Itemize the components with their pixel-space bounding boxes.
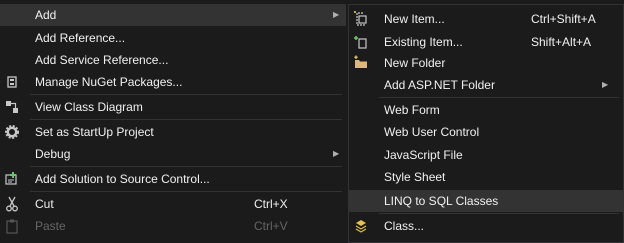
menu-item-debug[interactable]: Debug ▶ (0, 143, 346, 165)
project-context-menu: Add ▶ Add Reference... Add Service Refer… (0, 0, 346, 243)
add-submenu: New Item... Ctrl+Shift+A Existing Item..… (348, 4, 624, 243)
menu-item-label: Add Reference... (35, 31, 126, 45)
menu-item-label: Web User Control (384, 125, 480, 139)
class-diagram-icon (4, 99, 20, 115)
menu-item-add[interactable]: Add ▶ (0, 4, 346, 26)
submenu-item-add-aspnet-folder[interactable]: Add ASP.NET Folder ▶ (349, 74, 623, 96)
menu-item-label: Add (35, 8, 57, 22)
submenu-item-class[interactable]: Class... (349, 215, 623, 237)
menu-item-label: Web Form (384, 103, 440, 117)
submenu-item-web-form[interactable]: Web Form (349, 99, 623, 121)
submenu-item-existing-item[interactable]: Existing Item... Shift+Alt+A (349, 31, 623, 53)
menu-item-label: LINQ to SQL Classes (384, 194, 499, 208)
menu-item-set-startup[interactable]: Set as StartUp Project (0, 121, 346, 143)
paste-icon (4, 218, 20, 234)
menu-item-manage-nuget[interactable]: Manage NuGet Packages... (0, 71, 346, 93)
menu-separator (30, 94, 342, 95)
menu-item-label: JavaScript File (384, 148, 463, 162)
class-icon (353, 218, 369, 234)
menu-item-label: Paste (35, 219, 66, 233)
source-control-icon (4, 171, 20, 187)
menu-item-shortcut: Ctrl+Shift+A (531, 12, 596, 26)
menu-item-label: Manage NuGet Packages... (35, 75, 183, 89)
menu-item-paste[interactable]: Paste Ctrl+V (0, 215, 346, 237)
menu-item-view-class-diagram[interactable]: View Class Diagram (0, 96, 346, 118)
submenu-arrow-icon: ▶ (333, 149, 340, 158)
menu-item-label: New Folder (384, 56, 446, 70)
new-item-icon (353, 11, 369, 27)
menu-item-label: View Class Diagram (35, 100, 143, 114)
menu-item-add-to-source-control[interactable]: Add Solution to Source Control... (0, 168, 346, 190)
menu-item-label: Class... (384, 219, 425, 233)
menu-separator (379, 97, 619, 98)
nuget-icon (4, 74, 20, 90)
gear-icon (4, 124, 20, 140)
menu-item-cut[interactable]: Cut Ctrl+X (0, 193, 346, 215)
menu-separator (379, 213, 619, 214)
submenu-item-linq-to-sql[interactable]: LINQ to SQL Classes (349, 190, 623, 212)
menu-item-label: Style Sheet (384, 170, 446, 184)
existing-item-icon (353, 34, 369, 50)
submenu-item-new-folder[interactable]: New Folder (349, 52, 623, 74)
submenu-arrow-icon: ▶ (333, 10, 340, 19)
menu-item-label: Existing Item... (384, 35, 463, 49)
menu-item-shortcut: Ctrl+X (254, 197, 288, 211)
menu-item-label: Add Solution to Source Control... (35, 172, 210, 186)
menu-item-label: Add Service Reference... (35, 53, 169, 67)
menu-separator (30, 191, 342, 192)
submenu-item-new-item[interactable]: New Item... Ctrl+Shift+A (349, 8, 623, 30)
submenu-item-web-user-control[interactable]: Web User Control (349, 121, 623, 143)
menu-item-label: Set as StartUp Project (35, 125, 154, 139)
new-folder-icon (353, 55, 369, 71)
menu-item-add-service-reference[interactable]: Add Service Reference... (0, 49, 346, 71)
menu-item-label: Cut (35, 197, 54, 211)
menu-item-shortcut: Shift+Alt+A (531, 35, 592, 49)
menu-item-shortcut: Ctrl+V (254, 219, 288, 233)
submenu-arrow-icon: ▶ (602, 80, 609, 89)
menu-separator (30, 166, 342, 167)
menu-item-add-reference[interactable]: Add Reference... (0, 27, 346, 49)
menu-separator (30, 119, 342, 120)
menu-item-label: New Item... (384, 12, 445, 26)
submenu-item-style-sheet[interactable]: Style Sheet (349, 166, 623, 188)
submenu-item-javascript-file[interactable]: JavaScript File (349, 144, 623, 166)
scissors-icon (4, 196, 20, 212)
menu-item-label: Add ASP.NET Folder (384, 78, 495, 92)
menu-item-label: Debug (35, 147, 71, 161)
